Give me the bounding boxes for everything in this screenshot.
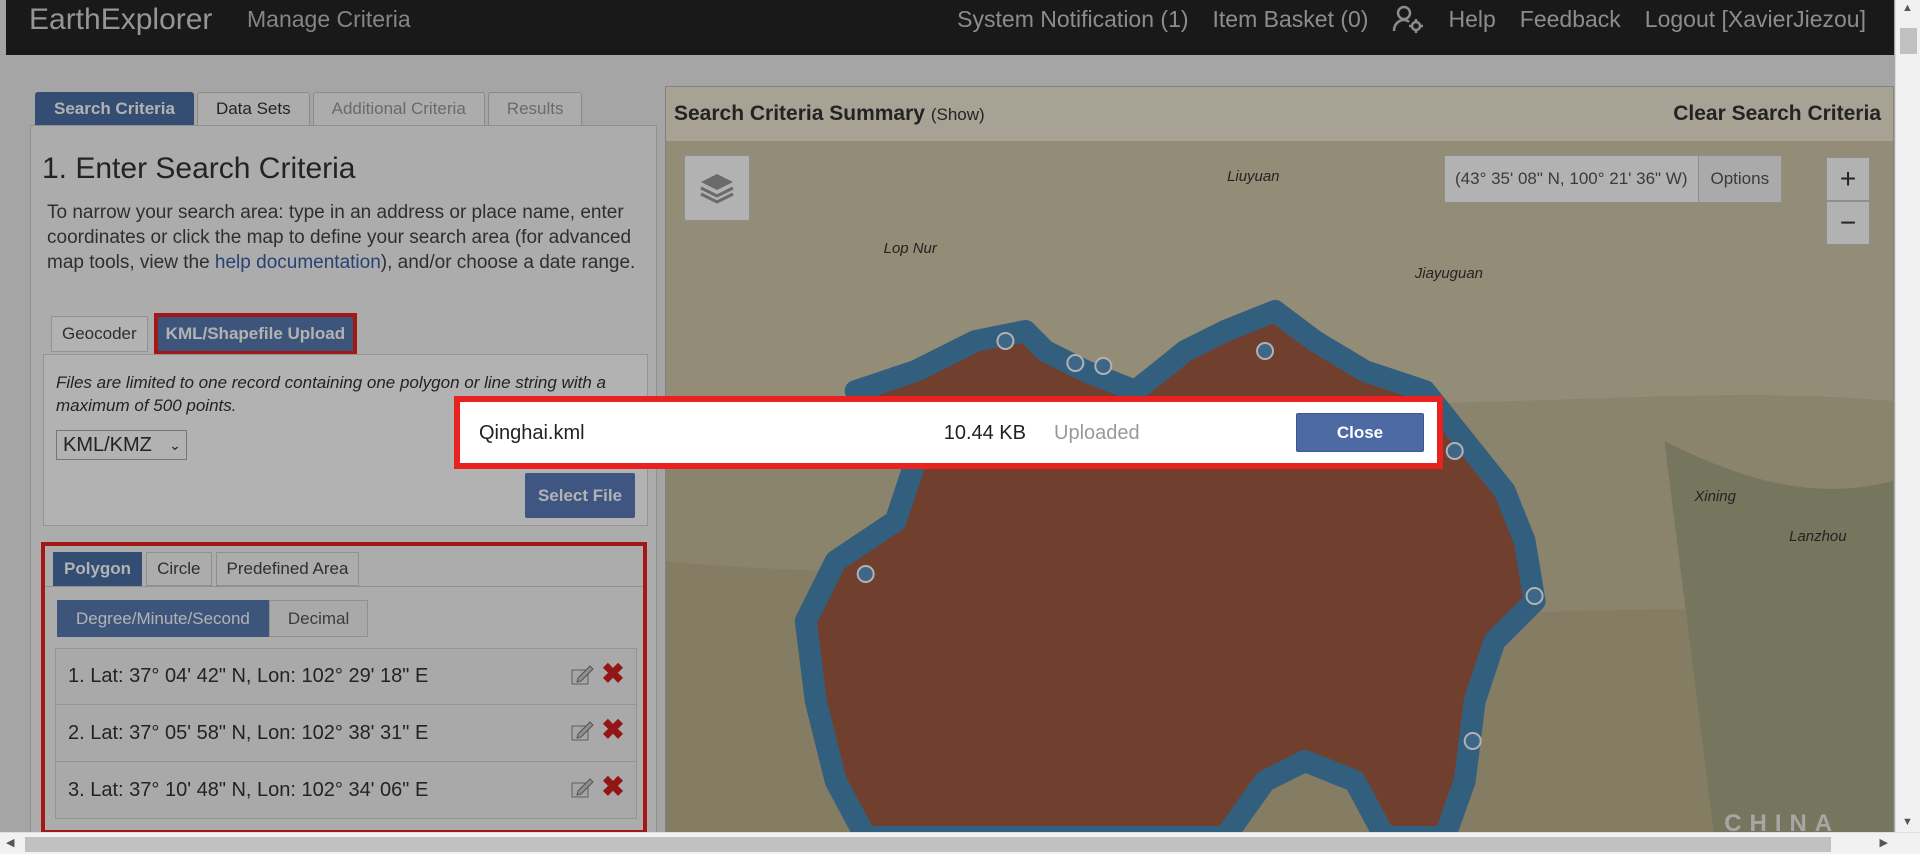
scroll-down-icon[interactable]: ▼ [1902,816,1913,828]
horizontal-scrollbar[interactable]: ◀ ▶ [0,832,1920,854]
file-size: 10.44 KB [943,422,1026,444]
close-button[interactable]: Close [1296,413,1424,452]
upload-status-dialog: Qinghai.kml 10.44 KB Uploaded Close [454,396,1443,469]
scroll-left-icon[interactable]: ◀ [6,836,14,849]
uploaded-filename: Qinghai.kml [479,422,585,444]
vertical-scrollbar[interactable]: ▲ ▼ [1895,0,1920,832]
scroll-thumb[interactable] [25,837,1831,852]
scroll-up-icon[interactable]: ▲ [1902,2,1913,14]
scroll-right-icon[interactable]: ▶ [1880,836,1888,849]
scroll-thumb[interactable] [1900,28,1917,54]
upload-status: Uploaded [1054,422,1140,444]
